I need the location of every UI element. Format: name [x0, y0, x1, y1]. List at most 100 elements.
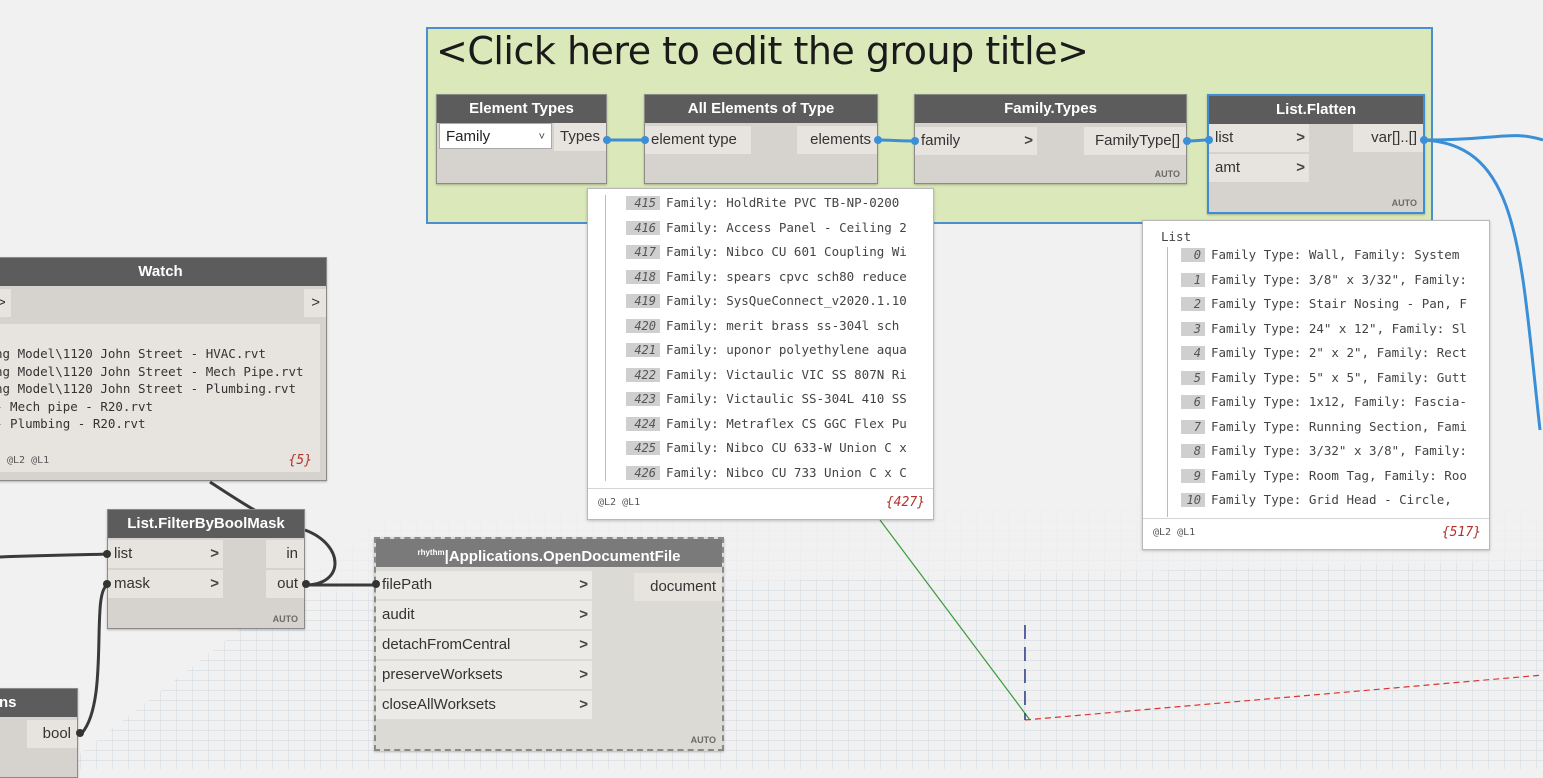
node-open-document-file[interactable]: rhythm|Applications.OpenDocumentFile fil… [374, 537, 724, 751]
list-item: 418 Family: spears cpvc sch80 reduce [626, 269, 933, 293]
list-tree-line [1167, 247, 1168, 517]
chevron-right-icon: > [579, 576, 588, 593]
list-index: 420 [626, 318, 660, 333]
node-title[interactable]: ns [0, 689, 77, 717]
input-port-detachfromcentral[interactable]: detachFromCentral > [376, 631, 592, 659]
input-port-element-type[interactable]: element type [645, 126, 751, 154]
port-label: audit [382, 606, 415, 623]
chevron-right-icon: > [1296, 159, 1305, 176]
port-label: family [921, 132, 961, 149]
list-item: 8 Family Type: 3/32" x 3/8", Family: [1181, 443, 1489, 467]
list-item-text: Family Type: 2" x 2", Family: Rect [1211, 345, 1467, 360]
list-item-text: Family: Nibco CU 601 Coupling Wi [666, 244, 907, 259]
list-item-text: Family: merit brass ss-304l sch [666, 317, 900, 333]
input-port-list[interactable]: list > [1209, 124, 1309, 152]
node-family-types[interactable]: Family.Types family > FamilyType[] AUTO [914, 94, 1187, 184]
list-item: 10 Family Type: Grid Head - Circle, [1181, 492, 1489, 516]
wire[interactable] [80, 583, 109, 734]
node-list-filterbyboolmask[interactable]: List.FilterByBoolMask list > mask > in o… [107, 509, 305, 629]
watch-display: ng Model\1120 John Street - HVAC.rvt ng M… [0, 324, 320, 472]
output-port-in[interactable]: in [266, 540, 304, 568]
list-index: 9 [1181, 468, 1205, 483]
list-item-text: Family Type: 1x12, Family: Fascia- [1211, 394, 1467, 409]
chevron-right-icon: > [311, 294, 320, 311]
package-brand: rhythm [417, 548, 445, 557]
output-port-out[interactable]: out [266, 570, 304, 598]
lacing-auto-label[interactable]: AUTO [1155, 169, 1180, 179]
input-port-list[interactable]: list > [108, 540, 223, 568]
list-index: 6 [1181, 395, 1205, 409]
node-watch[interactable]: Watch > > ng Model\1120 John Street - HV… [0, 257, 327, 481]
node-title[interactable]: Watch [0, 258, 326, 286]
node-list-flatten[interactable]: List.Flatten list > amt > var[]..[] AUTO [1207, 94, 1425, 214]
node-title[interactable]: All Elements of Type [645, 95, 877, 123]
output-port-elements[interactable]: elements [797, 126, 877, 154]
dropdown-value: Family [446, 128, 491, 145]
node-title[interactable]: List.FilterByBoolMask [108, 510, 304, 538]
list-item: 417 Family: Nibco CU 601 Coupling Wi [626, 244, 933, 268]
port-dot [1183, 137, 1191, 145]
list-index: 425 [626, 441, 660, 455]
lacing-auto-label[interactable]: AUTO [1392, 198, 1417, 208]
output-port-bool[interactable]: bool [27, 720, 77, 748]
port-dot [641, 136, 649, 144]
output-port-var[interactable]: var[]..[] [1353, 124, 1423, 152]
list-item: 9 Family Type: Room Tag, Family: Roo [1181, 468, 1489, 492]
wire[interactable] [1423, 134, 1543, 142]
preview-bubble-flatten[interactable]: List 0 Family Type: Wall, Family: System 1… [1142, 220, 1490, 550]
chevron-right-icon: > [1296, 129, 1305, 146]
chevron-right-icon: > [1024, 132, 1033, 149]
input-port-amt[interactable]: amt > [1209, 154, 1309, 182]
list-item-text: Family: Victaulic VIC SS 807N Ri [666, 366, 907, 382]
output-port-familytype[interactable]: FamilyType[] [1084, 127, 1186, 155]
item-count: {427} [885, 495, 925, 510]
list-item-text: Family Type: Grid Head - Circle, [1211, 492, 1452, 507]
preview-bubble-elements[interactable]: 415 Family: HoldRite PVC TB-NP-0200 416 Fam… [587, 188, 934, 520]
list-index: 3 [1181, 321, 1205, 336]
input-port-preserveworksets[interactable]: preserveWorksets > [376, 661, 592, 689]
list-index: 4 [1181, 346, 1205, 360]
input-port-mask[interactable]: mask > [108, 570, 223, 598]
output-port[interactable]: > [304, 289, 326, 317]
port-dot [1205, 136, 1213, 144]
output-port-types[interactable]: Types [554, 123, 606, 151]
port-label: in [286, 545, 298, 562]
list-item: 6 Family Type: 1x12, Family: Fascia- [1181, 394, 1489, 418]
list-index: 421 [626, 343, 660, 357]
node-all-elements-of-type[interactable]: All Elements of Type element type elemen… [644, 94, 878, 184]
list-index: 7 [1181, 419, 1205, 434]
node-boolean[interactable]: ns bool [0, 688, 78, 778]
wire[interactable] [876, 138, 916, 143]
list-index: 5 [1181, 370, 1205, 385]
wire[interactable] [0, 552, 109, 559]
input-port-filepath[interactable]: filePath > [376, 571, 592, 599]
lacing-auto-label[interactable]: AUTO [691, 735, 716, 745]
wire[interactable] [209, 480, 259, 514]
node-element-types[interactable]: Element Types Family ˅ Types [436, 94, 607, 184]
chevron-right-icon: > [579, 606, 588, 623]
element-type-dropdown[interactable]: Family ˅ [439, 123, 552, 149]
node-title[interactable]: Family.Types [915, 95, 1186, 123]
input-port-family[interactable]: family > [915, 127, 1037, 155]
wire[interactable] [304, 528, 337, 587]
list-item: 415 Family: HoldRite PVC TB-NP-0200 [626, 195, 933, 219]
lacing-auto-label[interactable]: AUTO [273, 614, 298, 624]
input-port-closeallworksets[interactable]: closeAllWorksets > [376, 691, 592, 719]
list-tree-line [605, 195, 606, 481]
list-header: List [1161, 229, 1192, 244]
output-port-document[interactable]: document [634, 573, 722, 601]
port-label: elements [810, 131, 871, 148]
node-title[interactable]: List.Flatten [1209, 96, 1423, 124]
list-index: 422 [626, 367, 660, 382]
input-port[interactable]: > [0, 289, 11, 317]
list-item-text: Family Type: 3/32" x 3/8", Family: [1211, 443, 1467, 458]
node-title-text: Applications.OpenDocumentFile [448, 548, 681, 565]
input-port-audit[interactable]: audit > [376, 601, 592, 629]
list-index: 10 [1181, 493, 1205, 507]
watch-line: - Mech pipe - R20.rvt [0, 398, 154, 414]
list-item-text: Family: Access Panel - Ceiling 2 [666, 219, 907, 235]
preview-footer: @L2 @L1 {427} [588, 488, 933, 519]
node-title[interactable]: rhythm|Applications.OpenDocumentFile [376, 539, 722, 567]
list-index: 2 [1181, 297, 1205, 311]
node-title[interactable]: Element Types [437, 95, 606, 123]
